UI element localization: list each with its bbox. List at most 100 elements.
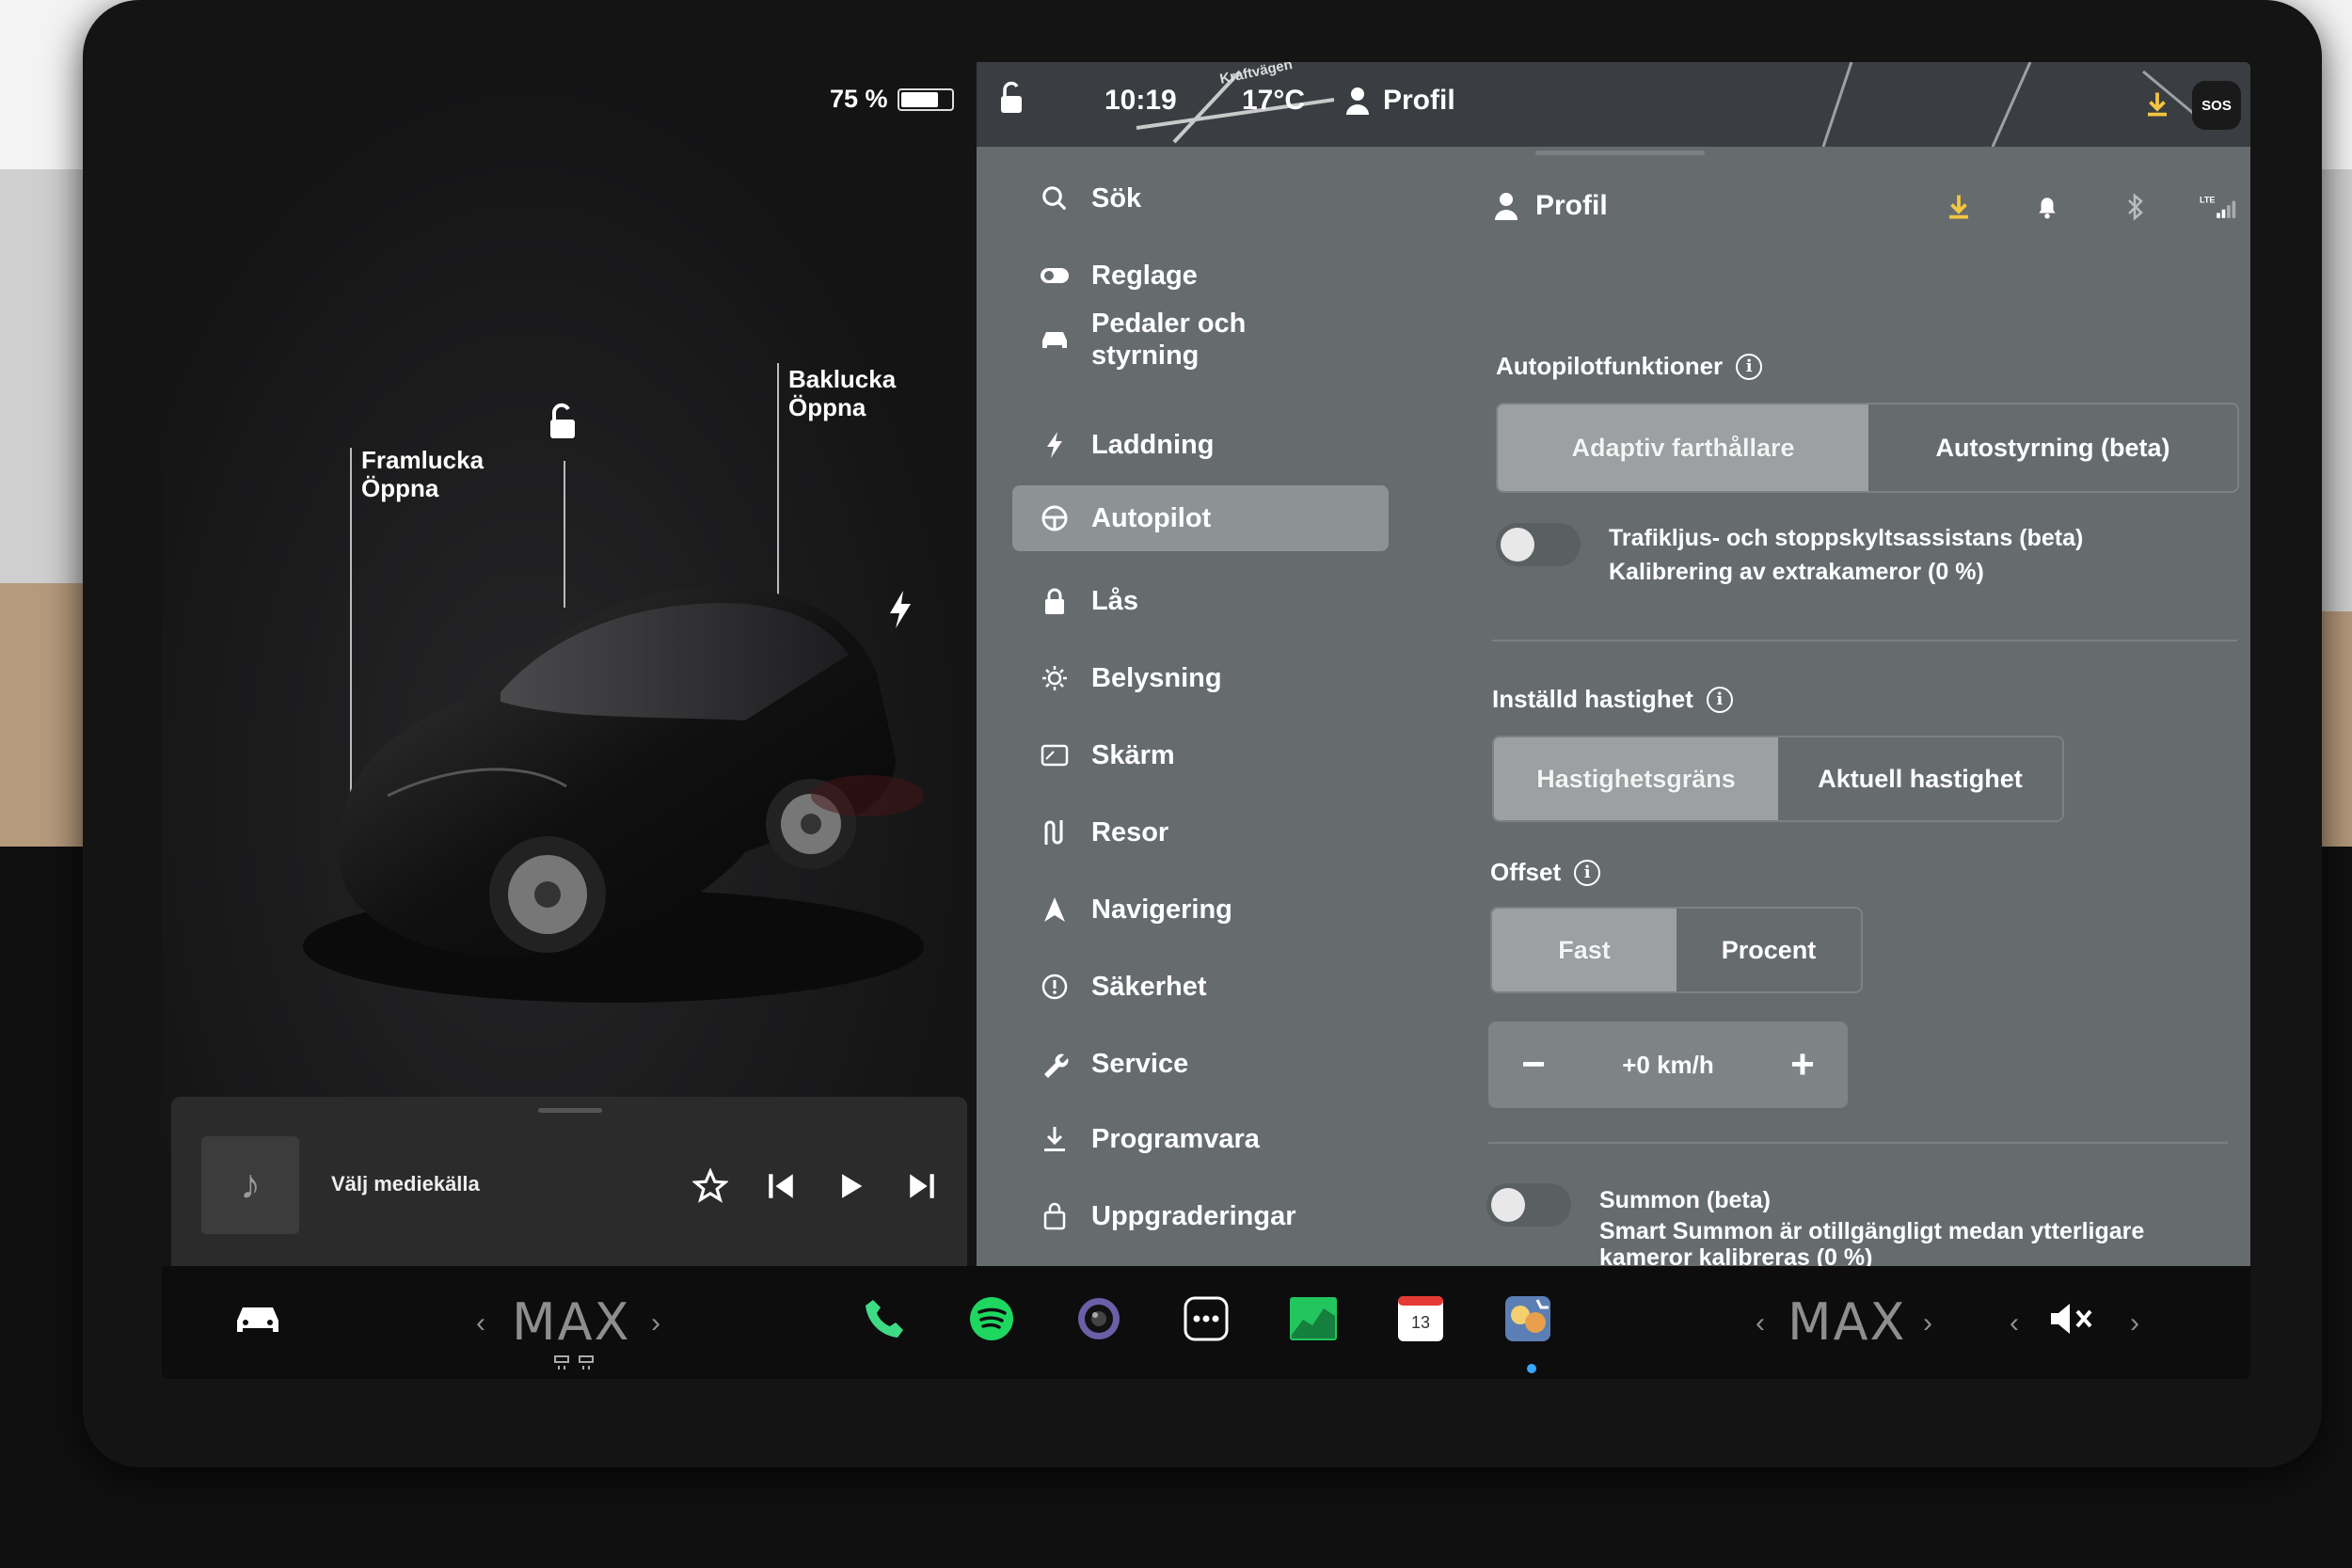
sidebar-item-laddning[interactable]: Laddning — [1012, 412, 1389, 478]
sidebar-item-sok[interactable]: Sök — [1012, 166, 1389, 231]
set-speed-label: Inställd hastighet — [1492, 685, 1693, 713]
media-source-label[interactable]: Välj mediekälla — [331, 1172, 480, 1196]
toggle-knob — [1501, 528, 1534, 562]
clock: 10:19 — [1104, 85, 1177, 116]
media-drawer-handle[interactable] — [538, 1108, 602, 1113]
frunk-open-button[interactable]: Framlucka Öppna — [361, 446, 484, 502]
adaptive-cruise-option[interactable]: Adaptiv farthållare — [1498, 404, 1868, 491]
sidebar-item-las[interactable]: Lås — [1012, 568, 1389, 634]
sidebar-item-label: Belysning — [1091, 662, 1222, 693]
phone-icon[interactable] — [854, 1289, 914, 1349]
sidebar-item-label: Pedaler och styrning — [1091, 309, 1247, 371]
sidebar-item-label: Autopilot — [1091, 502, 1212, 533]
next-track-icon[interactable] — [898, 1163, 946, 1210]
previous-track-icon[interactable] — [757, 1163, 804, 1210]
outside-temperature: 17°C — [1242, 85, 1306, 116]
settings-panel: Sök Reglage Pedaler och styrning Laddning Au… — [977, 147, 2250, 1271]
autopilot-mode-selector: Adaptiv farthållare Autostyrning (beta) — [1496, 403, 2239, 493]
play-icon[interactable] — [828, 1163, 875, 1210]
speed-limit-option[interactable]: Hastighetsgräns — [1494, 737, 1778, 820]
sos-button[interactable]: SOS — [2192, 81, 2241, 130]
battery-icon — [897, 87, 954, 111]
settings-drawer-handle[interactable] — [1535, 150, 1705, 155]
taskbar: ‹ MAX › 13 ‹ MAX › ‹ › — [162, 1266, 2250, 1379]
trips-icon — [1039, 816, 1071, 848]
traffic-light-subtitle: Kalibrering av extrakameror (0 %) — [1609, 559, 1984, 585]
traffic-light-toggle[interactable] — [1496, 523, 1581, 566]
sidebar-item-uppgraderingar[interactable]: Uppgraderingar — [1012, 1183, 1389, 1249]
left-temp-increase[interactable]: › — [651, 1307, 660, 1339]
person-icon — [1495, 193, 1518, 220]
sidebar-item-label: Lås — [1091, 585, 1138, 616]
battery-percent: 75 % — [830, 85, 888, 113]
current-speed-option[interactable]: Aktuell hastighet — [1778, 737, 2062, 820]
camera-icon[interactable] — [1069, 1289, 1129, 1349]
download-status-icon[interactable] — [2143, 90, 2171, 123]
profile-status-button[interactable]: Profil — [1345, 85, 1455, 117]
plus-button[interactable]: + — [1774, 1037, 1831, 1093]
search-icon — [1039, 182, 1071, 214]
car-icon[interactable] — [228, 1289, 288, 1349]
sidebar-item-label: Sök — [1091, 182, 1142, 214]
autosteer-option[interactable]: Autostyrning (beta) — [1868, 404, 2237, 491]
sidebar-item-sakerhet[interactable]: Säkerhet — [1012, 954, 1389, 1020]
fixed-offset-option[interactable]: Fast — [1492, 909, 1677, 991]
info-icon[interactable]: i — [1574, 859, 1601, 886]
sidebar-item-programvara[interactable]: Programvara — [1012, 1106, 1389, 1172]
bell-icon[interactable] — [2028, 188, 2066, 226]
info-icon[interactable]: i — [1736, 353, 1763, 380]
percent-offset-option[interactable]: Procent — [1677, 909, 1861, 991]
calendar-icon[interactable]: 13 — [1391, 1289, 1451, 1349]
volume-decrease[interactable]: ‹ — [2010, 1307, 2019, 1339]
toggle-icon — [1039, 260, 1071, 292]
offset-title: Offset i — [1490, 858, 1601, 887]
sidebar-item-reglage[interactable]: Reglage — [1012, 243, 1389, 309]
star-icon[interactable] — [687, 1163, 734, 1210]
sidebar-item-belysning[interactable]: Belysning — [1012, 645, 1389, 711]
toggle-knob — [1491, 1188, 1525, 1222]
trunk-open-button[interactable]: Baklucka Öppna — [788, 365, 896, 421]
toybox-icon[interactable] — [1498, 1289, 1558, 1349]
bag-icon — [1039, 1200, 1071, 1232]
car-panel: 75 % Framlucka Öppna Baklucka Öppna ♪ Vä… — [162, 62, 977, 1266]
bluetooth-icon[interactable] — [2117, 188, 2154, 226]
touchscreen: 75 % Framlucka Öppna Baklucka Öppna ♪ Vä… — [162, 62, 2250, 1379]
media-player: ♪ Välj mediekälla — [171, 1097, 967, 1266]
content-profile-header[interactable]: Profil — [1494, 190, 1608, 222]
autopilot-features-label: Autopilotfunktioner — [1496, 352, 1724, 380]
right-temp-increase[interactable]: › — [1923, 1307, 1932, 1339]
sidebar-item-navigering[interactable]: Navigering — [1012, 877, 1389, 942]
minus-button[interactable]: − — [1505, 1037, 1562, 1093]
spotify-icon[interactable] — [961, 1289, 1022, 1349]
offset-label: Offset — [1490, 858, 1562, 886]
right-temp-decrease[interactable]: ‹ — [1756, 1307, 1765, 1339]
sidebar-item-label: Uppgraderingar — [1091, 1200, 1296, 1231]
more-apps-icon[interactable] — [1176, 1289, 1236, 1349]
sidebar-item-service[interactable]: Service — [1012, 1031, 1389, 1097]
music-note-icon[interactable]: ♪ — [201, 1136, 299, 1234]
sidebar-item-label: Säkerhet — [1091, 971, 1207, 1002]
mute-icon[interactable] — [2043, 1289, 2104, 1349]
map-background[interactable]: 10:19 Kraftvägen 17°C Profil SOS — [977, 62, 2250, 147]
unlock-icon[interactable] — [543, 401, 580, 447]
sidebar-item-autopilot[interactable]: Autopilot — [1012, 485, 1389, 551]
frunk-action: Öppna — [361, 474, 439, 502]
offset-type-selector: Fast Procent — [1490, 907, 1863, 993]
sidebar-item-pedaler-och-styrning[interactable]: Pedaler och styrning — [1012, 307, 1389, 372]
charge-port-icon[interactable] — [886, 589, 914, 635]
info-icon[interactable]: i — [1706, 686, 1733, 713]
autopilot-features-title: Autopilotfunktioner i — [1496, 352, 1763, 381]
download-icon[interactable] — [1940, 188, 1978, 226]
sidebar-item-resor[interactable]: Resor — [1012, 800, 1389, 865]
seat-heater-icon[interactable] — [551, 1353, 602, 1376]
sidebar-item-skarm[interactable]: Skärm — [1012, 722, 1389, 788]
offset-value: +0 km/h — [1622, 1050, 1714, 1079]
navigation-icon — [1039, 894, 1071, 926]
energy-chart-icon[interactable] — [1283, 1289, 1343, 1349]
volume-increase[interactable]: › — [2130, 1307, 2139, 1339]
summon-toggle[interactable] — [1486, 1183, 1571, 1227]
driver-temperature[interactable]: MAX — [512, 1292, 631, 1352]
unlocked-status-icon[interactable] — [995, 81, 1027, 119]
left-temp-decrease[interactable]: ‹ — [476, 1307, 485, 1339]
passenger-temperature[interactable]: MAX — [1788, 1292, 1907, 1352]
